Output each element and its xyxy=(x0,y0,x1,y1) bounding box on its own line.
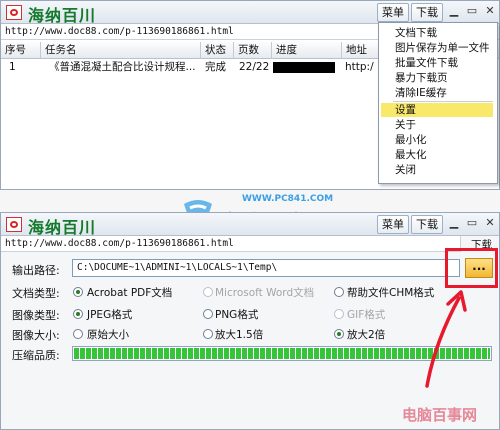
row-pages: 22/22 xyxy=(239,61,270,73)
download-button[interactable]: 下载 xyxy=(411,215,443,234)
doc-type-label: 文档类型: xyxy=(12,287,60,300)
app-title: 海纳百川 xyxy=(28,6,97,25)
annotation-arrow-icon xyxy=(425,290,467,388)
image-size-2x-radio[interactable] xyxy=(334,329,344,339)
menu-item-save-single-image[interactable]: 图片保存为单一文件 xyxy=(381,41,493,55)
download-button[interactable]: 下载 xyxy=(411,3,443,22)
image-type-png-label[interactable]: PNG格式 xyxy=(215,307,258,322)
menu-item-doc-download[interactable]: 文档下载 xyxy=(381,26,493,40)
close-icon[interactable]: ✕ xyxy=(483,4,497,18)
doc-type-word-radio xyxy=(203,287,213,297)
doc-type-word-label: Microsoft Word文档 xyxy=(215,287,315,299)
column-header-pages[interactable]: 页数 xyxy=(234,42,272,58)
row-status: 完成 xyxy=(205,61,226,73)
menu-item-minimize[interactable]: 最小化 xyxy=(381,133,493,147)
menu-item-batch-download[interactable]: 批量文件下载 xyxy=(381,56,493,70)
restore-icon[interactable]: ▭ xyxy=(465,216,479,230)
menu-item-about[interactable]: 关于 xyxy=(381,118,493,132)
restore-icon[interactable]: ▭ xyxy=(465,4,479,18)
watermark-url: WWW.PC841.COM xyxy=(242,194,334,204)
pdf-app-icon xyxy=(6,217,22,232)
image-size-label: 图像大小: xyxy=(12,329,60,342)
menu-item-close[interactable]: 关闭 xyxy=(381,163,493,177)
image-type-jpeg-radio[interactable] xyxy=(73,309,83,319)
minimize-icon[interactable]: ▁ xyxy=(447,4,461,18)
url-bar[interactable]: http://www.doc88.com/p-113690186861.html xyxy=(1,236,461,252)
column-header-name[interactable]: 任务名 xyxy=(41,42,201,58)
app-title: 海纳百川 xyxy=(28,218,97,237)
column-header-progress[interactable]: 进度 xyxy=(272,42,342,58)
context-menu: 文档下载 图片保存为单一文件 批量文件下载 暴力下载页 清除IE缓存 设置 关于… xyxy=(378,22,498,184)
row-task-name: 《普通混凝土配合比设计规程... xyxy=(49,61,196,73)
doc-type-chm-radio[interactable] xyxy=(334,287,344,297)
menu-separator xyxy=(393,101,493,102)
doc-type-pdf-radio[interactable] xyxy=(73,287,83,297)
image-type-gif-radio xyxy=(334,309,344,319)
image-type-gif-label: GIF格式 xyxy=(347,309,386,321)
image-type-png-radio[interactable] xyxy=(203,309,213,319)
bottom-watermark-logo: 电脑百事网 xyxy=(402,406,478,424)
column-header-status[interactable]: 状态 xyxy=(201,42,234,58)
menu-item-maximize[interactable]: 最大化 xyxy=(381,148,493,162)
menu-button[interactable]: 菜单 xyxy=(377,215,409,234)
image-size-1-5x-label[interactable]: 放大1.5倍 xyxy=(215,327,263,342)
row-address: http:/ xyxy=(345,61,374,73)
image-size-original-label[interactable]: 原始大小 xyxy=(87,327,129,342)
close-icon[interactable]: ✕ xyxy=(483,216,497,230)
title-bar[interactable]: 海纳百川 菜单 下载 ▁ ▭ ✕ xyxy=(1,1,499,25)
row-index: 1 xyxy=(9,61,16,73)
output-path-label: 输出路径: xyxy=(12,264,60,277)
image-size-2x-label[interactable]: 放大2倍 xyxy=(347,327,385,342)
minimize-icon[interactable]: ▁ xyxy=(447,216,461,230)
menu-item-force-download[interactable]: 暴力下载页 xyxy=(381,71,493,85)
row-progress-bar xyxy=(273,62,335,73)
image-type-label: 图像类型: xyxy=(12,309,60,322)
menu-button[interactable]: 菜单 xyxy=(377,3,409,22)
doc-type-pdf-label[interactable]: Acrobat PDF文档 xyxy=(87,285,172,300)
menu-item-settings[interactable]: 设置 xyxy=(381,103,493,117)
image-size-original-radio[interactable] xyxy=(73,329,83,339)
output-path-input[interactable]: C:\DOCUME~1\ADMINI~1\LOCALS~1\Temp\ xyxy=(72,259,460,277)
menu-item-clear-ie-cache[interactable]: 清除IE缓存 xyxy=(381,86,493,100)
column-header-address[interactable]: 地址 xyxy=(342,42,382,58)
quality-label: 压缩品质: xyxy=(12,349,60,362)
image-size-1-5x-radio[interactable] xyxy=(203,329,213,339)
title-bar[interactable]: 海纳百川 菜单 下载 ▁ ▭ ✕ xyxy=(1,213,499,237)
column-header-index[interactable]: 序号 xyxy=(1,42,41,58)
image-type-jpeg-label[interactable]: JPEG格式 xyxy=(87,307,132,322)
pdf-app-icon xyxy=(6,5,22,20)
